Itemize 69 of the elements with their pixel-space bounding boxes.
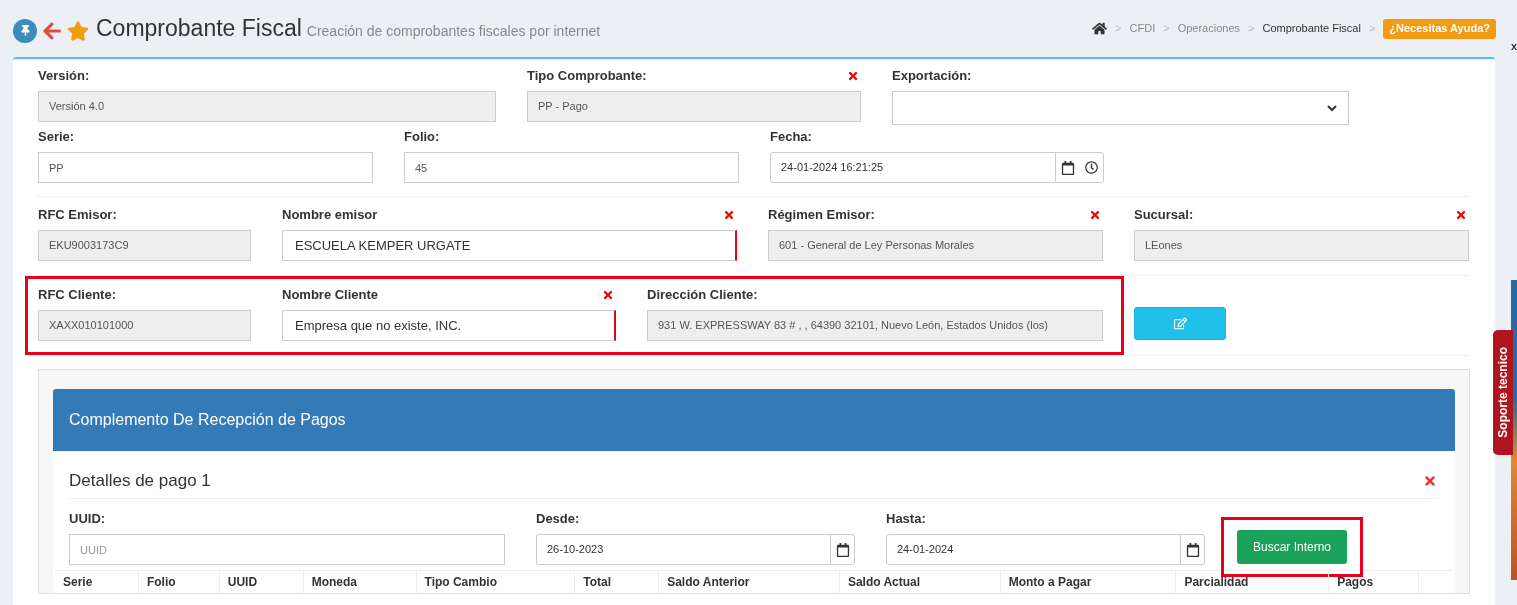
field-label: Dirección Cliente:: [647, 286, 758, 305]
support-tab-label: Soporte tecnico: [1495, 347, 1511, 438]
field-label: RFC Emisor:: [38, 206, 117, 225]
field-label: Hasta:: [886, 510, 926, 529]
readonly-field: EKU9003173C9: [38, 230, 251, 261]
input-field[interactable]: Empresa que no existe, INC.: [282, 310, 616, 341]
column-header: Pagos: [1337, 574, 1374, 591]
column-header: Saldo Actual: [847, 574, 921, 591]
pin-icon[interactable]: [13, 18, 37, 43]
column-header: Monto a Pagar: [1008, 574, 1092, 591]
readonly-field: LEones: [1134, 230, 1469, 261]
column-header: Serie: [63, 574, 93, 591]
breadcrumb-separator: >: [1115, 21, 1122, 37]
readonly-field: PP - Pago: [527, 91, 861, 122]
date-value: 26-10-2023: [546, 542, 605, 558]
date-value: 24-01-2024 16:21:25: [780, 160, 885, 176]
field-label: Versión:: [38, 67, 90, 86]
breadcrumb-separator: >: [1368, 21, 1376, 37]
readonly-field: XAXX010101000: [38, 310, 251, 341]
field-label: UUID:: [69, 510, 106, 529]
panel-title: Complemento De Recepción de Pagos: [69, 410, 346, 430]
column-header: Tipo Cambio: [424, 574, 497, 591]
column-header: Folio: [146, 574, 176, 591]
page-title: Comprobante Fiscal: [96, 14, 302, 44]
readonly-field: Versión 4.0: [38, 91, 496, 122]
breadcrumb-separator: >: [1248, 21, 1255, 37]
close-mark[interactable]: x: [1510, 38, 1517, 55]
calendar-icon[interactable]: [1060, 160, 1075, 175]
field-label: Sucursal:: [1134, 206, 1194, 225]
back-arrow-icon[interactable]: [42, 20, 62, 41]
page-subtitle: Creación de comprobantes fiscales por internet: [306, 21, 601, 41]
column-header: Saldo Anterior: [667, 574, 750, 591]
field-label: Régimen Emisor:: [768, 206, 875, 225]
field-label: Desde:: [536, 510, 580, 529]
column-header: UUID: [227, 574, 258, 591]
field-label: RFC Cliente:: [38, 286, 116, 305]
date-field[interactable]: 24-01-2024: [886, 534, 1205, 565]
column-header: Moneda: [311, 574, 357, 591]
field-label: Serie:: [38, 128, 75, 147]
chevron-down-icon: [1326, 102, 1338, 114]
details-title: Detalles de pago 1: [69, 469, 211, 492]
field-label: Exportación:: [892, 67, 972, 86]
readonly-field: 601 - General de Ley Personas Morales: [768, 230, 1103, 261]
field-label: Nombre Cliente: [282, 286, 379, 305]
input-field[interactable]: UUID: [69, 534, 505, 565]
calendar-icon[interactable]: [835, 542, 850, 557]
input-field[interactable]: 45: [404, 152, 739, 183]
breadcrumb-separator: >: [1163, 21, 1170, 37]
date-field[interactable]: 26-10-2023: [536, 534, 855, 565]
breadcrumb-link[interactable]: Comprobante Fiscal: [1262, 20, 1361, 37]
date-value: 24-01-2024: [896, 542, 955, 558]
input-field[interactable]: ESCUELA KEMPER URGATE: [282, 230, 737, 261]
calendar-icon[interactable]: [1185, 542, 1200, 557]
date-field[interactable]: 24-01-2024 16:21:25: [770, 152, 1104, 183]
remove-x-icon[interactable]: [1423, 473, 1437, 488]
clock-icon[interactable]: [1084, 161, 1098, 174]
edit-icon: [1173, 317, 1187, 330]
star-icon[interactable]: [67, 19, 89, 42]
field-label: Folio:: [404, 128, 440, 147]
support-tab[interactable]: Soporte tecnico: [1493, 330, 1513, 455]
input-field[interactable]: PP: [38, 152, 373, 183]
home-icon[interactable]: [1092, 21, 1108, 36]
field-label: Fecha:: [770, 128, 812, 147]
column-header: Total: [583, 574, 612, 591]
field-label: Tipo Comprobante:: [527, 67, 647, 86]
field-label: Nombre emisor: [282, 206, 378, 225]
column-header: Parcialidad: [1184, 574, 1249, 591]
readonly-field: 931 W. EXPRESSWAY 83 # , , 64390 32101, Nuevo León, Estados Unidos (los): [647, 310, 1103, 341]
select-field[interactable]: [892, 91, 1349, 125]
